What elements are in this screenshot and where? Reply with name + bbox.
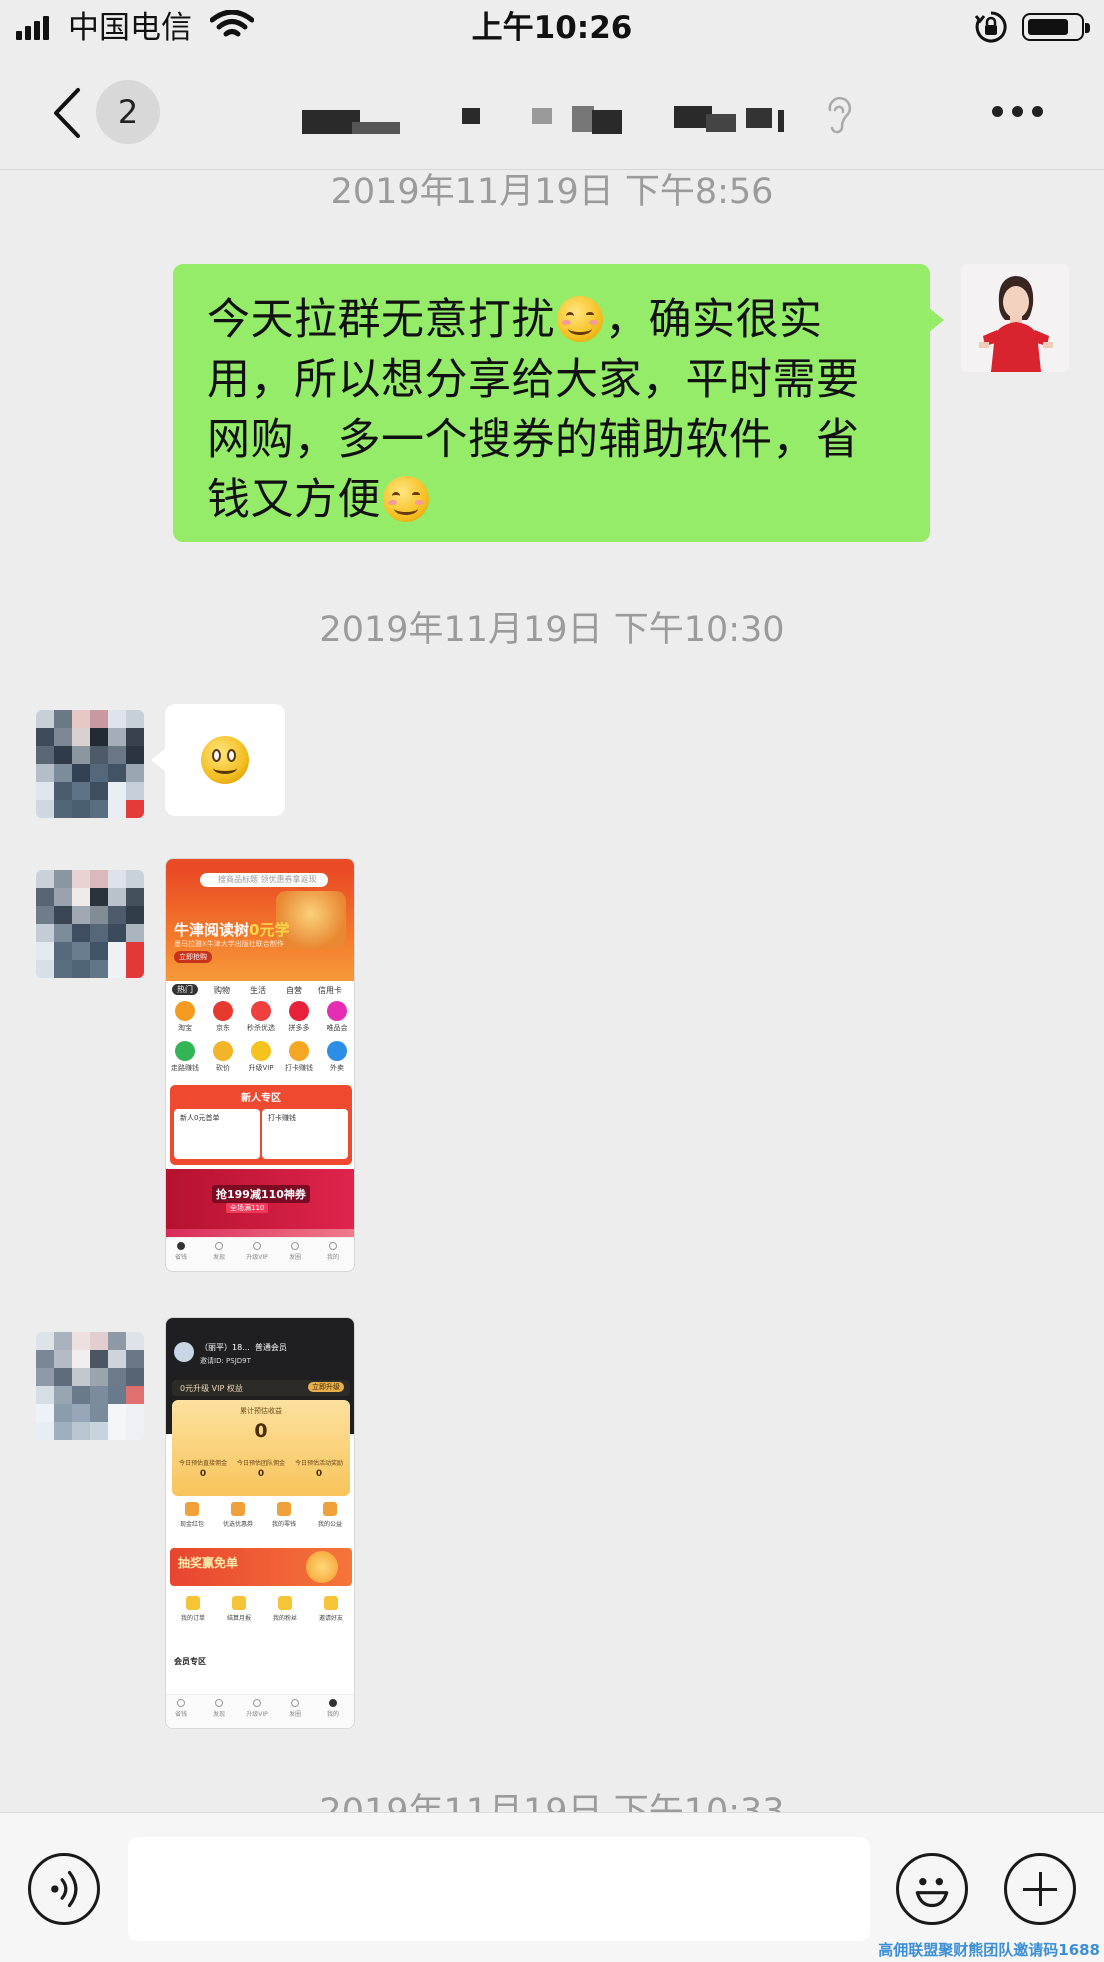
wallet-shortcuts: 现金红包 优选优惠券 我的零钱 我的公益 [166,1502,354,1542]
vip-upgrade-bar: 0元升级 VIP 权益 立即升级 [172,1380,350,1396]
pixelated-avatar-image [36,1332,144,1440]
shared-screenshot-profile[interactable]: （丽平）18... 普通会员 邀请ID: PSJD9T 0元升级 VIP 权益 … [165,1317,355,1729]
shortcut-grid: 淘宝 京东 秒杀优选 拼多多 唯品会 走路赚钱 砍价 升级VIP 打卡赚钱 外卖 [166,1001,354,1091]
incoming-emoji-bubble[interactable] [151,704,285,816]
status-bar: 中国电信 上午10:26 [0,0,1104,56]
message-timestamp: 2019年11月19日 下午10:30 [319,610,785,650]
sender-avatar[interactable] [36,870,144,978]
outgoing-message-bubble[interactable]: 今天拉群无意打扰 ，确实很实 用，所以想分享给大家，平时需要 网购，多一个搜券的辅… [173,264,944,542]
smile-emoji-icon [383,476,429,522]
smile-emoji-icon [557,296,603,342]
promo-banner: 牛津阅读树0元学 墨马拉雅X牛津大学出版社联合制作 立即抢购 [166,871,354,981]
app-tabbar: 省钱 发现 升级VIP 发圈 我的 [166,1237,354,1271]
pixelated-avatar-image [36,710,144,818]
chat-screen: 中国电信 上午10:26 2 2019年11月19日 下午8:56 今天拉群无意… [0,0,1104,1962]
sender-avatar[interactable] [36,710,144,818]
chat-title-redacted [300,104,860,144]
smile-emoji-icon [201,736,249,784]
more-actions-plus-icon[interactable] [1004,1853,1076,1925]
more-options-icon[interactable] [992,106,1046,120]
order-shortcuts: 我的订单 结算月报 我的粉丝 邀请好友 [166,1596,354,1636]
coupon-promo: 抢199减110神券 全场满110 [166,1169,354,1229]
message-text: 今天拉群无意打扰 ，确实很实 用，所以想分享给大家，平时需要 网购，多一个搜券的辅… [207,295,860,525]
pixelated-avatar-image [36,870,144,978]
voice-input-icon[interactable] [28,1853,100,1925]
emoji-picker-icon[interactable] [896,1853,968,1925]
search-bar: 搜商品标题 领优惠券拿返现 [200,873,328,887]
app-tabbar: 省钱 发现 升级VIP 发圈 我的 [166,1694,354,1728]
unread-count-badge[interactable]: 2 [96,80,160,144]
profile-avatar [174,1342,194,1362]
my-avatar[interactable] [961,264,1069,372]
message-input[interactable] [128,1837,870,1941]
avatar-portrait-image [961,264,1069,372]
rotation-lock-icon [974,11,1007,43]
category-tabs: 热门 购物 生活 自营 信用卡 [166,983,354,999]
message-timestamp: 2019年11月19日 下午8:56 [330,172,774,212]
sender-avatar[interactable] [36,1332,144,1440]
status-time: 上午10:26 [471,10,633,46]
shared-screenshot-home[interactable]: 牛津阅读树0元学 墨马拉雅X牛津大学出版社联合制作 立即抢购 搜商品标题 领优惠… [165,858,355,1272]
chat-header: 2 [0,56,1104,170]
watermark: 高佣联盟聚财熊团队邀请码1688 [878,1941,1100,1959]
back-chevron-icon[interactable] [48,86,88,140]
new-user-zone: 新人专区 新人0元首单 打卡赚钱 [170,1085,352,1165]
battery-icon [1022,13,1090,41]
lottery-banner: 抽奖赢免单 [170,1548,352,1586]
earpiece-mode-icon [828,97,852,134]
earnings-card: 累计预估收益 0 今日预估直接佣金 0 今日预估团队佣金 0 今日预估活动奖励 0 [172,1400,350,1496]
